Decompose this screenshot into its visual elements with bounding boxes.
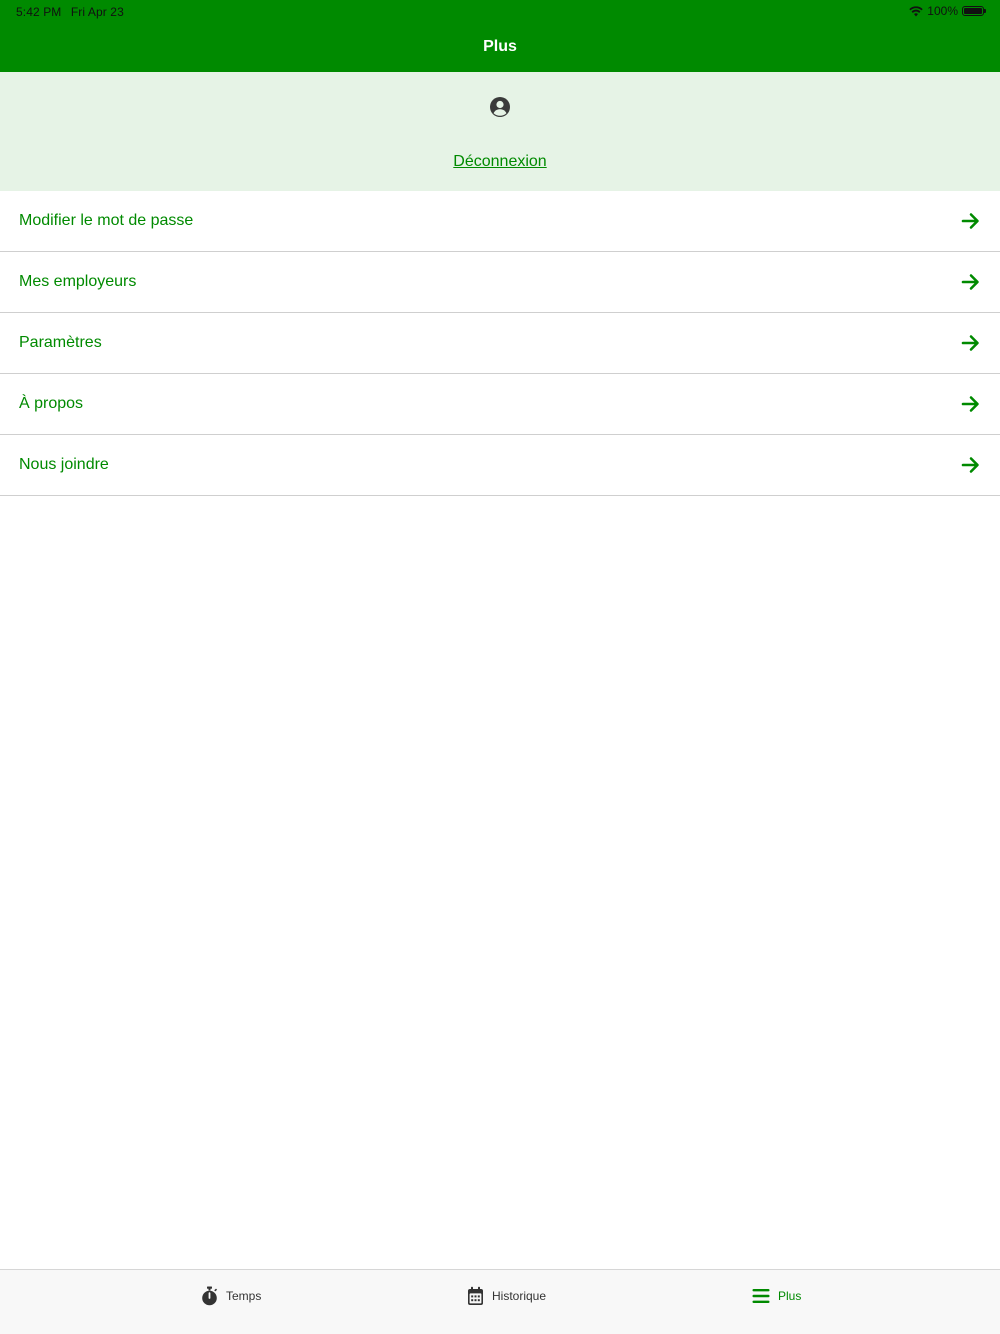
menu-item-label: Nous joindre bbox=[19, 456, 109, 473]
wifi-icon bbox=[909, 5, 923, 16]
battery-icon bbox=[962, 6, 986, 16]
app-window: 5:42 PM Fri Apr 23 100% Plus Déconnexion bbox=[0, 0, 1000, 1334]
tab-more[interactable]: Plus bbox=[752, 1284, 801, 1308]
logout-link[interactable]: Déconnexion bbox=[0, 153, 1000, 171]
menu-item-contact-us[interactable]: Nous joindre bbox=[0, 435, 1000, 496]
tab-label: Plus bbox=[778, 1289, 802, 1303]
status-bar-right: 100% bbox=[909, 4, 986, 18]
tab-time[interactable]: Temps bbox=[201, 1284, 261, 1308]
page-title: Plus bbox=[483, 38, 517, 55]
menu-item-label: Paramètres bbox=[19, 334, 102, 351]
menu-item-label: Modifier le mot de passe bbox=[19, 212, 194, 229]
arrow-right-icon bbox=[961, 396, 979, 412]
menu-item-settings[interactable]: Paramètres bbox=[0, 313, 1000, 374]
menu-item-label: À propos bbox=[19, 395, 84, 412]
menu-item-change-password[interactable]: Modifier le mot de passe bbox=[0, 191, 1000, 252]
battery-percent: 100% bbox=[927, 4, 958, 18]
profile-section: Déconnexion bbox=[0, 72, 1000, 191]
stopwatch-icon bbox=[202, 1286, 218, 1306]
arrow-right-icon bbox=[961, 457, 979, 473]
status-date: Fri Apr 23 bbox=[70, 5, 124, 19]
status-bar-left: 5:42 PM Fri Apr 23 bbox=[16, 5, 130, 19]
arrow-right-icon bbox=[961, 274, 979, 290]
status-time: 5:42 PM bbox=[16, 5, 62, 19]
calendar-icon bbox=[468, 1286, 483, 1305]
battery-level bbox=[964, 8, 982, 14]
tab-label: Historique bbox=[492, 1289, 547, 1303]
menu-item-label: Mes employeurs bbox=[19, 273, 137, 290]
menu-item-about[interactable]: À propos bbox=[0, 374, 1000, 435]
user-circle-icon bbox=[490, 97, 510, 117]
arrow-right-icon bbox=[961, 213, 979, 229]
tab-bar: Temps Historique Plus bbox=[0, 1269, 1000, 1334]
menu-item-my-employers[interactable]: Mes employeurs bbox=[0, 252, 1000, 313]
header-bar: 5:42 PM Fri Apr 23 100% Plus bbox=[0, 0, 1000, 72]
arrow-right-icon bbox=[961, 335, 979, 351]
settings-menu: Modifier le mot de passe Mes employeurs … bbox=[0, 191, 1000, 496]
menu-icon bbox=[752, 1289, 770, 1303]
tab-label: Temps bbox=[226, 1289, 262, 1303]
tab-history[interactable]: Historique bbox=[467, 1284, 546, 1308]
